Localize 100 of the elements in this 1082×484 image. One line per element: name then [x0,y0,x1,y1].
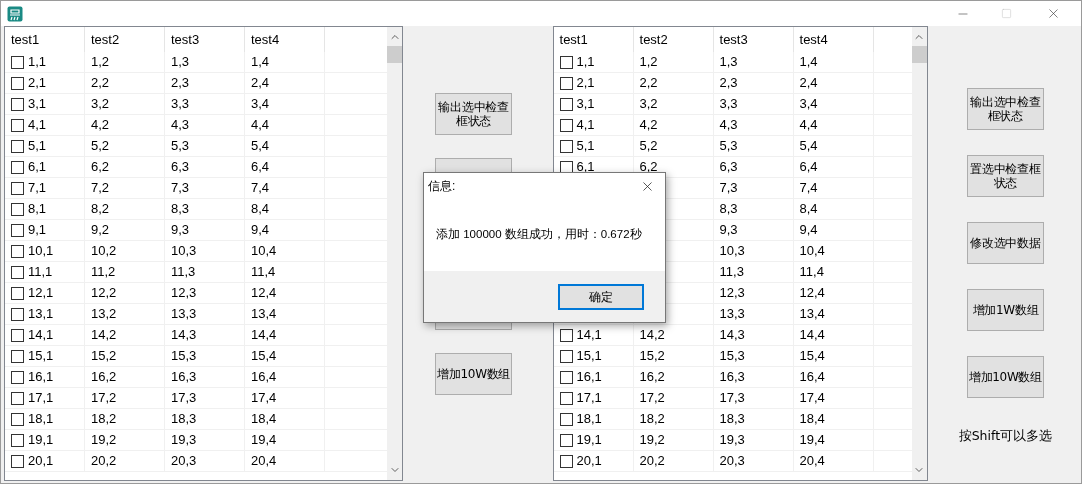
column-header[interactable]: test3 [165,27,245,52]
checkbox[interactable] [559,97,573,111]
action-button[interactable]: 输出选中检查框状态 [435,93,513,135]
column-header[interactable]: test3 [713,27,794,52]
table-cell-text: 7,3 [171,179,190,198]
table-cell-text: 19,3 [171,431,197,450]
checkbox[interactable] [11,118,24,132]
table-cell-text: 8,3 [719,200,738,219]
checkbox[interactable] [11,307,24,321]
table-cell-text: 2,3 [719,74,738,93]
column-header[interactable]: test2 [633,27,714,52]
action-button[interactable]: 增加10W数组 [435,353,513,395]
checkbox[interactable] [11,223,24,237]
scrollbar[interactable] [387,27,403,480]
table-cell-text: 15,4 [251,347,277,366]
checkbox[interactable] [11,139,24,153]
list-view[interactable] [552,26,928,481]
checkbox[interactable] [559,55,573,69]
table-cell-text: 15,3 [171,347,197,366]
checkbox[interactable] [11,454,24,468]
table-cell-text: 4,1 [576,116,595,135]
table-cell-text: 17,2 [91,389,117,408]
checkbox[interactable] [559,433,573,447]
checkbox[interactable] [11,349,24,363]
checkbox[interactable] [559,412,573,426]
table-cell-text: 1,4 [799,53,818,72]
scroll-thumb[interactable] [387,46,403,63]
checkbox[interactable] [11,55,24,69]
table-cell-text: 11,1 [28,263,53,282]
checkbox[interactable] [11,370,24,384]
checkbox[interactable] [11,391,24,405]
checkbox[interactable] [11,433,24,447]
column-header[interactable]: test4 [793,27,874,52]
table-cell-text: 10,4 [799,242,825,261]
action-button[interactable]: 增加10W数组 [966,356,1044,398]
table-cell-text: 14,2 [639,326,665,345]
checkbox[interactable] [559,454,573,468]
checkbox[interactable] [559,139,573,153]
table-cell-text: 18,3 [171,410,197,429]
column-header[interactable]: test2 [85,27,165,52]
table-cell-text: 14,1 [28,326,54,345]
table-cell-text: 3,2 [91,95,110,114]
checkbox[interactable] [11,265,24,279]
close-icon[interactable] [1046,6,1061,21]
column-header[interactable]: test1 [5,27,85,52]
checkbox[interactable] [559,328,573,342]
ok-button[interactable]: 确定 [558,283,644,310]
table-cell-text: 17,4 [251,389,277,408]
checkbox[interactable] [11,160,24,174]
table-cell-text: 20,3 [171,452,197,471]
table-cell-text: 20,2 [91,452,117,471]
table-cell-text: 17,1 [576,389,602,408]
table-cell-text: 8,4 [799,200,818,219]
table-cell-text: 8,2 [91,200,110,219]
checkbox[interactable] [11,412,24,426]
scrollbar[interactable] [911,27,927,480]
table-cell-text: 3,2 [639,95,658,114]
checkbox[interactable] [559,76,573,90]
checkbox[interactable] [11,76,24,90]
table-cell-text: 19,3 [719,431,745,450]
table-cell-text: 2,4 [799,74,818,93]
table-cell-text: 10,4 [251,242,277,261]
action-button[interactable]: 置选中检查框状态 [966,155,1044,197]
action-button[interactable]: 输出选中检查框状态 [966,88,1044,130]
table-cell-text: 12,3 [171,284,197,303]
checkbox[interactable] [11,202,24,216]
scroll-thumb[interactable] [911,46,927,63]
table-cell-text: 11,4 [799,263,824,282]
checkbox[interactable] [11,97,24,111]
list-view[interactable] [4,26,404,481]
table-cell-text: 4,3 [171,116,190,135]
checkbox[interactable] [559,370,573,384]
table-cell-text: 6,4 [799,158,818,177]
table-cell-text: 3,1 [28,95,47,114]
app-icon [7,5,23,22]
checkbox[interactable] [11,244,24,258]
table-cell-text: 7,1 [28,179,47,198]
checkbox[interactable] [559,349,573,363]
table-cell-text: 17,3 [171,389,197,408]
checkbox[interactable] [11,328,24,342]
column-header[interactable]: test1 [553,27,634,52]
table-cell-text: 11,2 [91,263,116,282]
checkbox[interactable] [11,286,24,300]
table-cell-text: 17,4 [799,389,825,408]
table-cell-text: 2,1 [28,74,47,93]
action-button[interactable]: 增加1W数组 [966,289,1044,331]
table-cell-text: 14,2 [91,326,117,345]
action-button[interactable]: 修改选中数据 [966,222,1044,264]
checkbox[interactable] [559,391,573,405]
column-header[interactable]: test4 [245,27,325,52]
table-cell-text: 5,1 [576,137,595,156]
checkbox[interactable] [11,181,24,195]
table-cell-text: 5,4 [799,137,818,156]
table-cell-text: 10,2 [91,242,117,261]
table-cell-text: 5,1 [28,137,47,156]
table-cell-text: 19,2 [91,431,117,450]
table-cell-text: 18,4 [251,410,277,429]
checkbox[interactable] [559,118,573,132]
table-cell-text: 4,2 [91,116,110,135]
table-cell-text: 9,2 [91,221,110,240]
